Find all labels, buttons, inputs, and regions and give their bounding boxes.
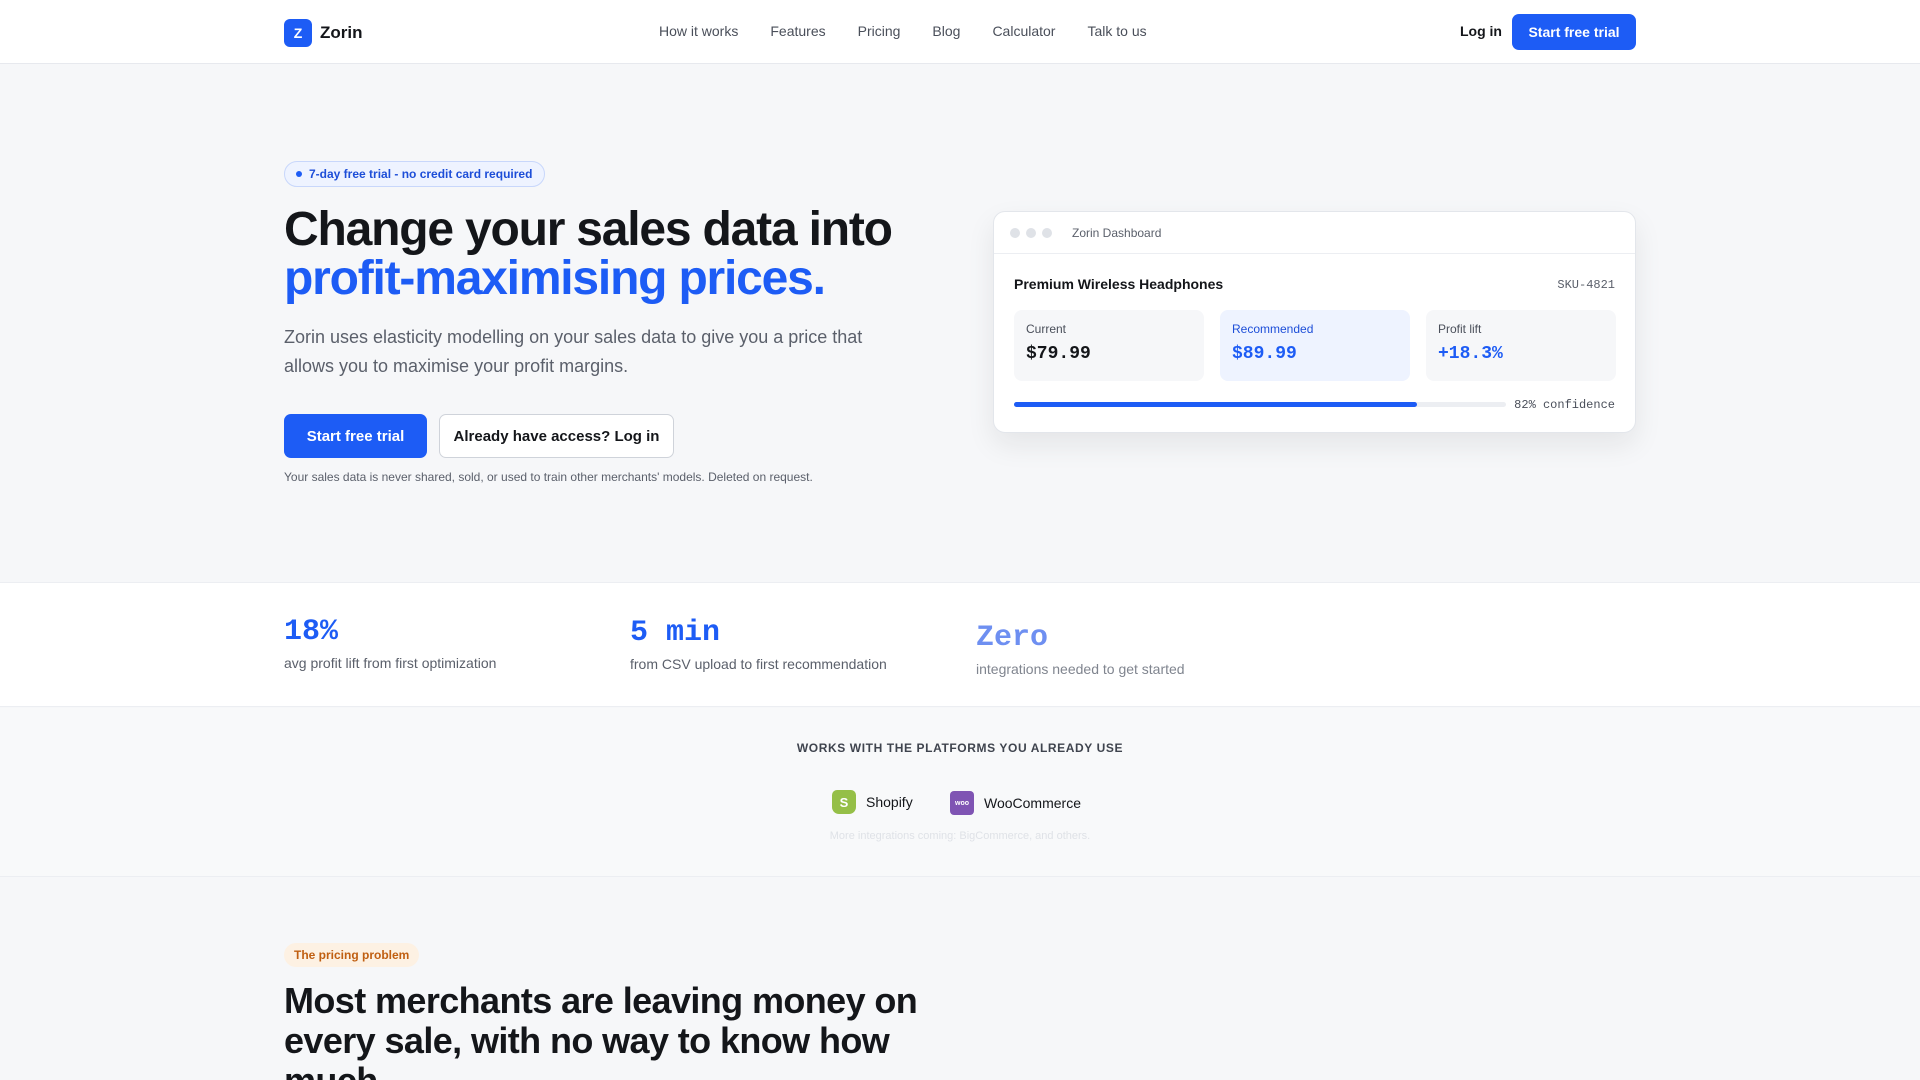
- current-price-card: Current $79.99: [1014, 310, 1204, 381]
- nav-link-talk-to-us[interactable]: Talk to us: [1087, 23, 1146, 39]
- badge-dot-icon: [296, 171, 302, 177]
- nav-link-blog[interactable]: Blog: [932, 23, 960, 39]
- product-sku: SKU-4821: [1557, 278, 1615, 292]
- logo[interactable]: Z Zorin: [284, 19, 363, 47]
- platform-shopify: S Shopify: [832, 790, 913, 814]
- stat-value: Zero: [976, 621, 1049, 655]
- dashboard-window-title: Zorin Dashboard: [1072, 225, 1162, 240]
- current-price-value: $79.99: [1026, 344, 1091, 364]
- dashboard-window-bar: Zorin Dashboard: [994, 212, 1635, 254]
- woocommerce-icon: woo: [950, 791, 974, 815]
- platforms-section: WORKS WITH THE PLATFORMS YOU ALREADY USE…: [0, 708, 1920, 877]
- window-dot-icon: [1010, 227, 1020, 238]
- current-price-label: Current: [1026, 322, 1067, 336]
- nav-link-calculator[interactable]: Calculator: [992, 23, 1055, 39]
- problem-title: Most merchants are leaving money on ever…: [284, 980, 918, 1080]
- hero-title-line1: Change your sales data into: [284, 203, 893, 256]
- logo-text: Zorin: [320, 23, 363, 42]
- product-name: Premium Wireless Headphones: [1014, 276, 1224, 292]
- stat-label: avg profit lift from first optimization: [284, 655, 497, 671]
- dashboard-preview: Zorin Dashboard Premium Wireless Headpho…: [993, 211, 1636, 433]
- platform-name: Shopify: [866, 794, 913, 810]
- recommended-price-card: Recommended $89.99: [1220, 310, 1410, 381]
- window-dot-icon: [1026, 227, 1036, 238]
- stat-label: from CSV upload to first recommendation: [630, 656, 887, 672]
- login-link[interactable]: Log in: [1460, 23, 1502, 39]
- profit-lift-label: Profit lift: [1438, 322, 1482, 336]
- badge-text: 7-day free trial - no credit card requir…: [309, 167, 533, 181]
- confidence-bar-fill: [1014, 402, 1418, 407]
- stat-label: integrations needed to get started: [976, 661, 1185, 677]
- profit-lift-value: +18.3%: [1438, 344, 1503, 364]
- hero-title: Change your sales data into profit-maxim…: [284, 205, 984, 303]
- nav-links: How it works Features Pricing Blog Calcu…: [659, 23, 1147, 39]
- platform-name: WooCommerce: [984, 795, 1081, 811]
- confidence-bar: [1014, 402, 1506, 407]
- logo-mark-icon: Z: [284, 19, 312, 47]
- nav-link-how-it-works[interactable]: How it works: [659, 23, 738, 39]
- free-trial-badge: 7-day free trial - no credit card requir…: [284, 161, 546, 187]
- platforms-note: More integrations coming: BigCommerce, a…: [829, 830, 1091, 842]
- top-navigation: Z Zorin How it works Features Pricing Bl…: [0, 0, 1920, 64]
- hero-subtitle: Zorin uses elasticity modelling on your …: [284, 327, 863, 376]
- stat-time-to-recommendation: 5 min from CSV upload to first recommend…: [630, 616, 887, 672]
- stat-value: 5 min: [630, 616, 721, 650]
- shopify-icon: S: [832, 790, 856, 814]
- privacy-note: Your sales data is never shared, sold, o…: [284, 470, 813, 484]
- pricing-problem-tag: The pricing problem: [284, 943, 420, 967]
- platforms-title: WORKS WITH THE PLATFORMS YOU ALREADY USE: [796, 741, 1124, 755]
- nav-link-pricing[interactable]: Pricing: [858, 23, 901, 39]
- recommended-price-value: $89.99: [1232, 344, 1297, 364]
- profit-lift-card: Profit lift +18.3%: [1426, 310, 1616, 381]
- platform-woocommerce: woo WooCommerce: [950, 791, 1081, 815]
- window-dot-icon: [1042, 227, 1052, 238]
- hero-start-trial-button[interactable]: Start free trial: [284, 414, 427, 458]
- hero-login-button[interactable]: Already have access? Log in: [439, 414, 674, 458]
- confidence-text: 82% confidence: [1514, 398, 1615, 412]
- stat-value: 18%: [284, 615, 339, 649]
- stats-band: 18% avg profit lift from first optimizat…: [0, 582, 1920, 707]
- recommended-price-label: Recommended: [1232, 322, 1314, 336]
- nav-start-trial-button[interactable]: Start free trial: [1512, 14, 1636, 50]
- stat-integrations: Zero integrations needed to get started: [976, 621, 1185, 677]
- hero-title-line2: profit-maximising prices.: [284, 252, 826, 305]
- nav-link-features[interactable]: Features: [770, 23, 825, 39]
- stat-profit-lift: 18% avg profit lift from first optimizat…: [284, 615, 496, 671]
